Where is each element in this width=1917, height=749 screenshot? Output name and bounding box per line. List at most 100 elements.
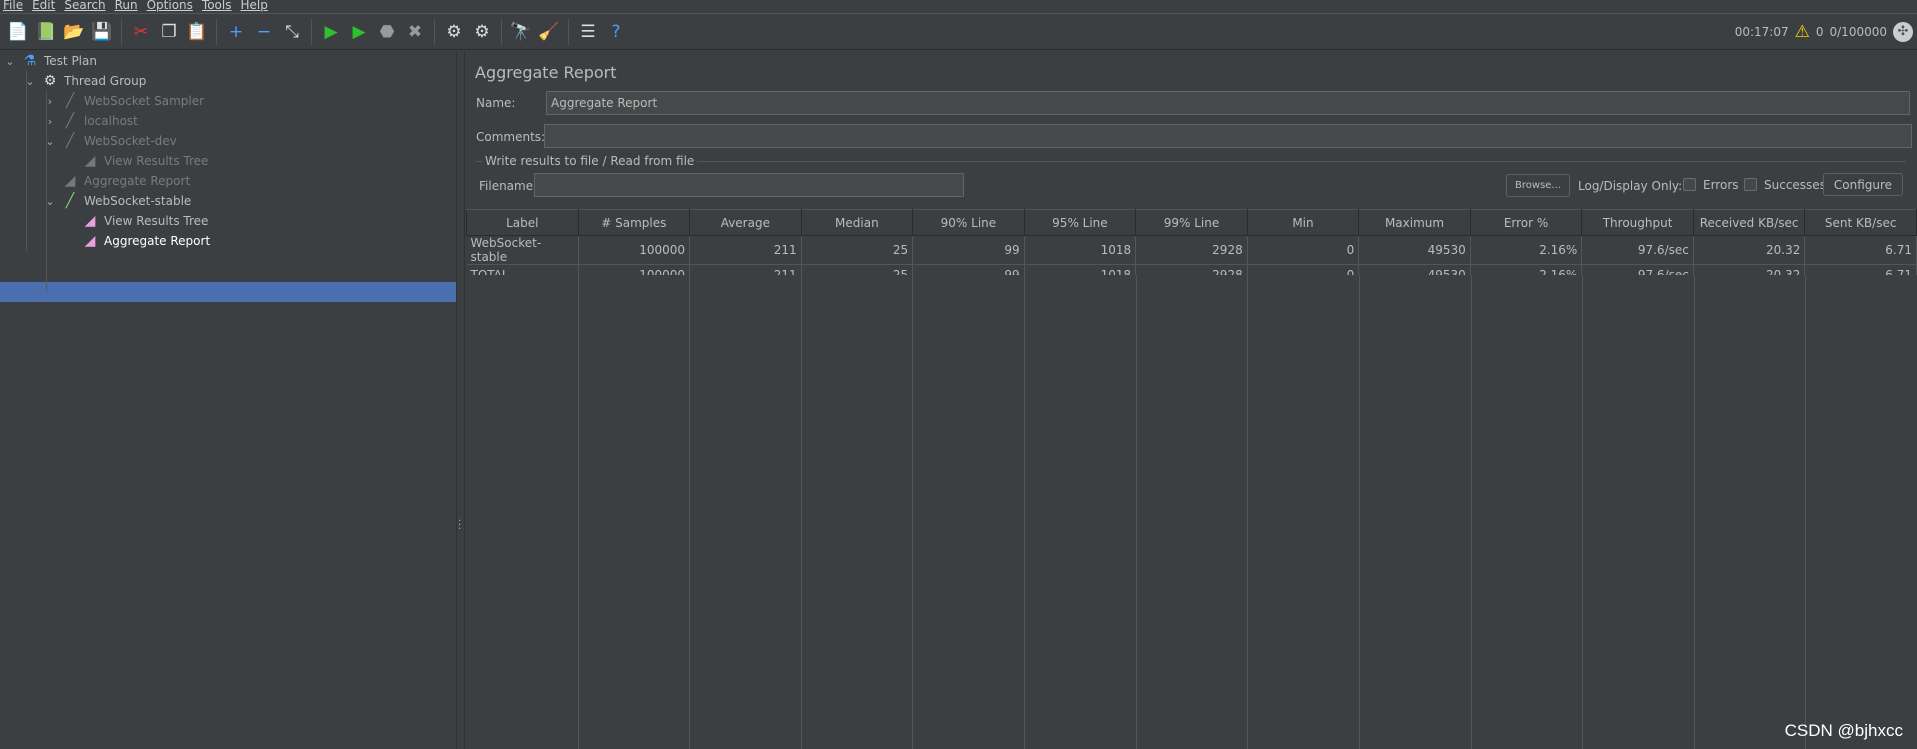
column-header[interactable]: 99% Line bbox=[1135, 209, 1248, 236]
clear-all-icon[interactable]: ⚙ bbox=[470, 20, 494, 44]
chart-icon: ◢ bbox=[84, 213, 96, 229]
toolbar-separator bbox=[216, 19, 217, 45]
menu-options[interactable]: Options bbox=[147, 0, 193, 13]
tree-node[interactable]: ◢ View Results Tree bbox=[64, 151, 209, 171]
tree-node-label: Thread Group bbox=[64, 74, 147, 88]
copy-icon[interactable]: ❐ bbox=[157, 20, 181, 44]
comments-input[interactable] bbox=[544, 124, 1912, 148]
table-cell: 0 bbox=[1247, 235, 1360, 265]
new-icon[interactable]: 📄 bbox=[6, 20, 30, 44]
toggle-icon[interactable]: ⤡ bbox=[280, 20, 304, 44]
gear-icon: ⚙ bbox=[43, 73, 57, 89]
tree-node-label: View Results Tree bbox=[104, 214, 209, 228]
column-header[interactable]: 90% Line bbox=[912, 209, 1025, 236]
shutdown-icon[interactable]: ✖ bbox=[403, 20, 427, 44]
menu-help[interactable]: Help bbox=[240, 0, 267, 13]
aggregate-report-panel: Aggregate Report Name: Comments: Write r… bbox=[466, 51, 1917, 749]
splitter[interactable] bbox=[456, 51, 465, 749]
column-header[interactable]: Min bbox=[1246, 209, 1360, 236]
group-title: Write results to file / Read from file bbox=[482, 154, 698, 168]
log-display-label: Log/Display Only: bbox=[1578, 179, 1683, 193]
tree-node[interactable]: › ╱ WebSocket Sampler bbox=[44, 91, 204, 111]
table-row[interactable]: WebSocket-stable 100000 211 25 99 1018 2928 0 49… bbox=[466, 235, 1917, 265]
clear-icon[interactable]: ⚙ bbox=[442, 20, 466, 44]
function-helper-icon[interactable]: ☰ bbox=[576, 20, 600, 44]
cut-icon[interactable]: ✂ bbox=[129, 20, 153, 44]
column-header[interactable]: Error % bbox=[1469, 209, 1583, 236]
table-cell: 25 bbox=[801, 235, 914, 265]
pipette-icon: ╱ bbox=[65, 113, 75, 129]
aggregate-table: Label # Samples Average Median 90% Line 95% L… bbox=[466, 209, 1917, 285]
menu-file[interactable]: File bbox=[3, 0, 23, 13]
column-divider bbox=[1694, 275, 1695, 749]
save-icon[interactable]: 💾 bbox=[90, 20, 114, 44]
chart-icon: ◢ bbox=[64, 173, 76, 189]
warning-count: 0 bbox=[1815, 25, 1824, 39]
filename-input[interactable] bbox=[534, 173, 964, 197]
tree-node[interactable]: ◢ Aggregate Report bbox=[44, 171, 191, 191]
name-label: Name: bbox=[476, 96, 516, 110]
menu-tools[interactable]: Tools bbox=[202, 0, 232, 13]
splitter-grip-icon[interactable]: · · · bbox=[458, 517, 461, 535]
tree-node[interactable]: ⌄ ╱ WebSocket-stable bbox=[44, 191, 191, 211]
menu-run[interactable]: Run bbox=[115, 0, 138, 13]
table-cell: 2.16% bbox=[1470, 235, 1583, 265]
warning-icon[interactable]: ⚠ bbox=[1795, 22, 1810, 42]
column-divider bbox=[1136, 275, 1137, 749]
column-divider bbox=[1582, 275, 1583, 749]
menu-search[interactable]: Search bbox=[64, 0, 105, 13]
remote-icon[interactable]: ✣ bbox=[1893, 22, 1913, 42]
tree-node[interactable]: ⌄ ⚗ Test Plan bbox=[4, 51, 97, 71]
chart-icon: ◢ bbox=[84, 233, 96, 249]
column-header[interactable]: Throughput bbox=[1581, 209, 1694, 236]
errors-checkbox[interactable] bbox=[1683, 178, 1696, 191]
name-input[interactable] bbox=[546, 91, 1910, 115]
column-header[interactable]: # Samples bbox=[577, 209, 691, 236]
browse-button[interactable]: Browse... bbox=[1506, 174, 1570, 197]
flask-icon: ⚗ bbox=[23, 53, 37, 69]
tree-node[interactable]: ⌄ ╱ WebSocket-dev bbox=[44, 131, 176, 151]
column-header[interactable]: 95% Line bbox=[1023, 209, 1137, 236]
status-area: 00:17:07 ⚠ 0 0/100000 ✣ bbox=[1735, 22, 1913, 42]
tree-toggle-icon[interactable]: ⌄ bbox=[4, 55, 16, 68]
paste-icon[interactable]: 📋 bbox=[185, 20, 209, 44]
open-icon[interactable]: 📂 bbox=[62, 20, 86, 44]
table-cell: 100000 bbox=[578, 235, 691, 265]
column-header[interactable]: Maximum bbox=[1358, 209, 1471, 236]
pipette-icon: ╱ bbox=[65, 93, 75, 109]
tree-node[interactable]: ◢ View Results Tree bbox=[64, 211, 209, 231]
tree-node[interactable]: ◢ Aggregate Report bbox=[64, 231, 211, 251]
column-header[interactable]: Sent KB/sec bbox=[1804, 209, 1917, 236]
successes-label: Successes bbox=[1764, 178, 1826, 192]
menu-edit[interactable]: Edit bbox=[32, 0, 55, 13]
stop-icon[interactable]: ⬣ bbox=[375, 20, 399, 44]
tree-guide-line bbox=[26, 71, 27, 251]
column-header[interactable]: Average bbox=[689, 209, 802, 236]
column-header[interactable]: Label bbox=[466, 209, 579, 236]
tree-node-label: WebSocket Sampler bbox=[84, 94, 205, 108]
tree-node[interactable]: ⌄ ⚙ Thread Group bbox=[24, 71, 146, 91]
help-icon[interactable]: ? bbox=[604, 20, 628, 44]
errors-label: Errors bbox=[1703, 178, 1739, 192]
column-divider bbox=[1805, 275, 1806, 749]
successes-checkbox[interactable] bbox=[1744, 178, 1757, 191]
tree-node-label: WebSocket-stable bbox=[84, 194, 192, 208]
expand-icon[interactable]: + bbox=[224, 20, 248, 44]
column-header[interactable]: Median bbox=[800, 209, 914, 236]
toolbar-separator bbox=[568, 19, 569, 45]
pipette-icon: ╱ bbox=[65, 133, 75, 149]
menu-bar: File Edit Search Run Options Tools Help bbox=[0, 0, 1917, 14]
start-no-pause-icon[interactable]: ▶ bbox=[347, 20, 371, 44]
tree-node-label: localhost bbox=[84, 114, 138, 128]
configure-button[interactable]: Configure bbox=[1823, 173, 1903, 196]
page-title: Aggregate Report bbox=[475, 63, 617, 82]
start-icon[interactable]: ▶ bbox=[319, 20, 343, 44]
templates-icon[interactable]: 📗 bbox=[34, 20, 58, 44]
column-header[interactable]: Received KB/sec bbox=[1692, 209, 1806, 236]
selection-highlight bbox=[0, 282, 456, 302]
reset-search-icon[interactable]: 🧹 bbox=[537, 20, 561, 44]
search-icon[interactable]: 🔭 bbox=[509, 20, 533, 44]
collapse-icon[interactable]: − bbox=[252, 20, 276, 44]
tree-node[interactable]: › ╱ localhost bbox=[44, 111, 138, 131]
column-divider bbox=[1024, 275, 1025, 749]
